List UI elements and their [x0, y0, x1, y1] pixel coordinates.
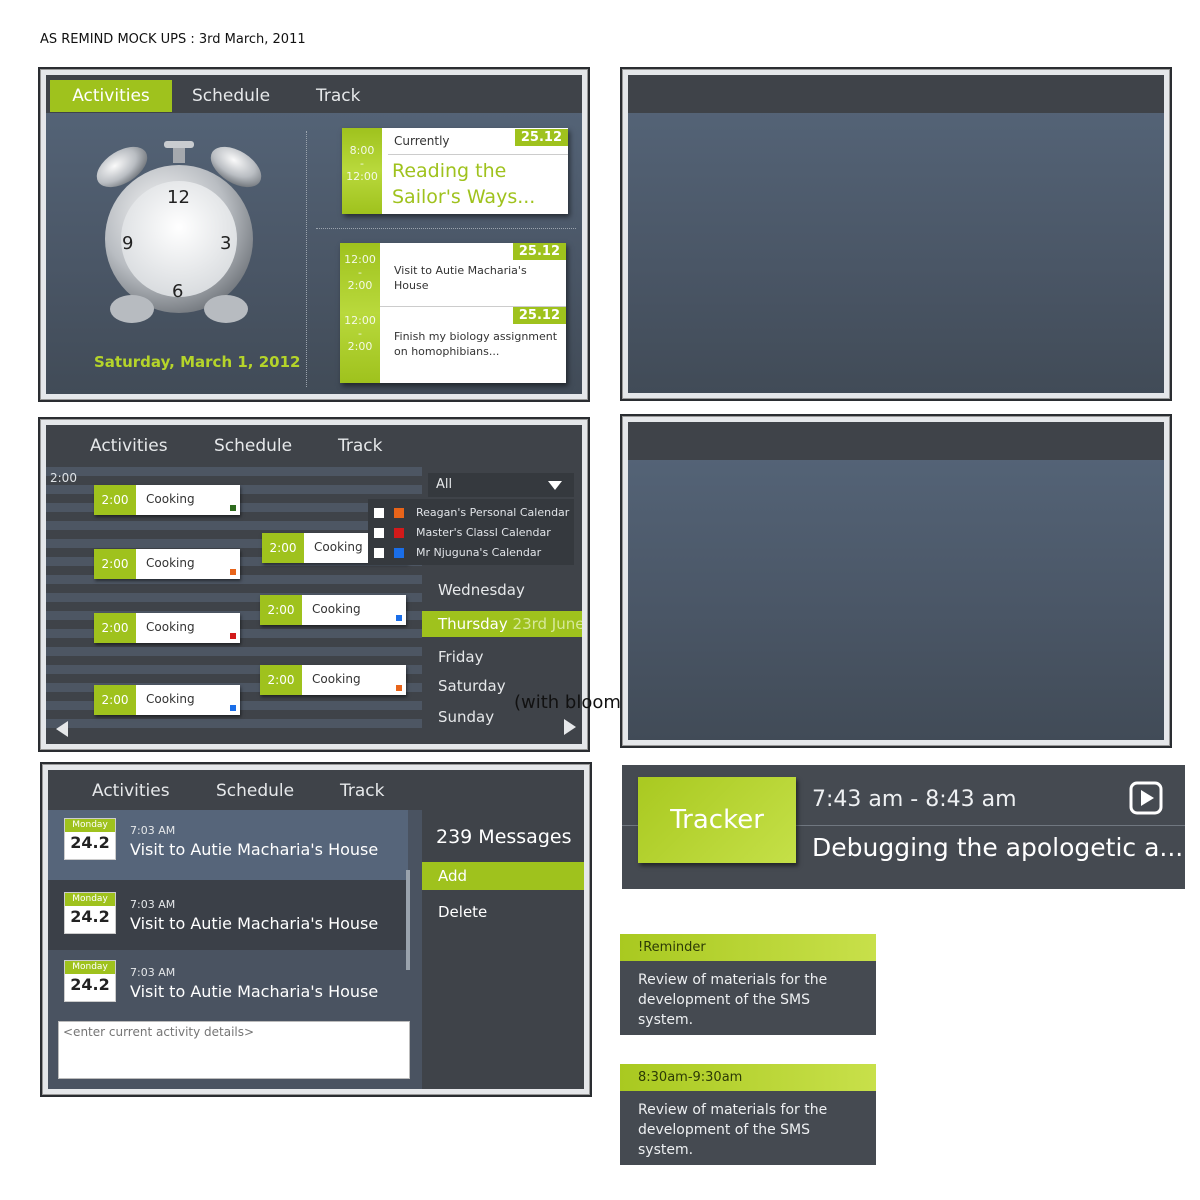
checkbox[interactable] — [374, 548, 384, 558]
calendar-icon: Monday 24.2 — [64, 892, 116, 934]
arrow-left-icon[interactable] — [56, 721, 68, 737]
reminder-header: !Reminder — [620, 934, 876, 961]
tab-schedule[interactable]: Schedule — [198, 775, 312, 807]
tab-activities[interactable]: Activities — [50, 80, 172, 112]
filter-option[interactable]: Mr Njuguna's Calendar — [368, 543, 574, 563]
message-item[interactable]: Monday 24.2 7:03 AM Visit to Autie Macha… — [48, 810, 408, 880]
tab-schedule[interactable]: Schedule — [174, 80, 288, 112]
tab-schedule[interactable]: Schedule — [196, 430, 310, 462]
calendar-filter-list: Reagan's Personal Calendar Master's Clas… — [368, 499, 574, 565]
current-activity-title: Reading the Sailor's Ways... — [392, 160, 536, 208]
filter-value: All — [436, 477, 453, 492]
schedule-screen: Activities Schedule Track 2:00 2:00 Cook… — [46, 425, 582, 744]
filter-option[interactable]: Master's Classl Calendar — [368, 523, 574, 543]
nav-bar: Activities Schedule Track — [46, 425, 582, 463]
nav-bar: Activities Schedule Track — [48, 770, 584, 808]
upcoming-activity-text[interactable]: Finish my biology assignment on homophib… — [394, 329, 558, 359]
blank-screen — [628, 422, 1164, 740]
messages-mockup: Activities Schedule Track Monday 24.2 7:… — [40, 762, 592, 1097]
tab-track[interactable]: Track — [320, 430, 400, 462]
play-icon[interactable] — [1129, 781, 1163, 815]
message-list[interactable]: Monday 24.2 7:03 AM Visit to Autie Macha… — [48, 810, 422, 1089]
activity-details-input[interactable] — [58, 1021, 410, 1079]
scrollbar[interactable] — [406, 870, 410, 970]
message-item[interactable]: Monday 24.2 7:03 AM Visit to Autie Macha… — [48, 950, 408, 1020]
add-button[interactable]: Add — [422, 862, 584, 890]
event-card[interactable]: 2:00 Cooking — [94, 549, 240, 579]
reminder-header: 8:30am-9:30am — [620, 1064, 876, 1091]
tracker-time: 7:43 am - 8:43 am — [812, 787, 1017, 812]
event-card[interactable]: 2:00 Cooking — [94, 685, 240, 715]
clock-numeral-3: 3 — [220, 233, 232, 254]
tracker-widget: Tracker 7:43 am - 8:43 am Debugging the … — [622, 765, 1185, 889]
nav-bar — [628, 422, 1164, 460]
tracker-label[interactable]: Tracker — [638, 777, 796, 863]
message-count: 239 Messages — [436, 826, 572, 848]
event-card[interactable]: 2:00 Cooking — [260, 665, 406, 695]
reminder-card[interactable]: 8:30am-9:30am Review of materials for th… — [620, 1064, 876, 1165]
messages-screen: Activities Schedule Track Monday 24.2 7:… — [48, 770, 584, 1089]
blank-mockup — [620, 414, 1172, 748]
day-item-wednesday[interactable]: Wednesday — [422, 577, 582, 603]
reminder-body: Review of materials for the development … — [638, 1102, 828, 1158]
calendar-icon: Monday 24.2 — [64, 818, 116, 860]
arrow-right-icon[interactable] — [564, 719, 576, 735]
tab-track[interactable]: Track — [298, 80, 378, 112]
upcoming-activity-text[interactable]: Visit to Autie Macharia's House — [394, 263, 544, 293]
clock-numeral-6: 6 — [172, 281, 184, 302]
blank-mockup — [620, 67, 1172, 401]
blank-screen — [628, 75, 1164, 393]
event-card[interactable]: 2:00 Cooking — [260, 595, 406, 625]
tracker-title: Debugging the apologetic a... — [812, 833, 1184, 862]
clock-numeral-9: 9 — [122, 233, 134, 254]
tab-activities[interactable]: Activities — [74, 775, 188, 807]
filter-option[interactable]: Reagan's Personal Calendar — [368, 503, 574, 523]
time-label: 2:00 — [50, 471, 77, 485]
day-item-friday[interactable]: Friday — [422, 644, 582, 670]
chevron-down-icon — [548, 481, 562, 490]
date-badge: 25.12 — [512, 243, 566, 260]
upcoming-activities-card: 12:00 - 2:00 12:00 - 2:00 25.12 Visit to… — [340, 243, 566, 383]
reminder-card[interactable]: !Reminder Review of materials for the de… — [620, 934, 876, 1035]
nav-bar: Activities Schedule Track — [46, 75, 582, 113]
divider — [306, 131, 307, 387]
current-activity-card[interactable]: 8:00 - 12:00 Currently 25.12 Reading the… — [342, 128, 568, 214]
date-badge: 25.12 — [514, 129, 568, 146]
nav-bar — [628, 75, 1164, 113]
time-strip: 8:00 - 12:00 — [342, 128, 382, 214]
currently-label: Currently — [394, 134, 450, 148]
current-date: Saturday, March 1, 2012 — [94, 353, 301, 371]
time-strip: 12:00 - 2:00 12:00 - 2:00 — [340, 243, 380, 383]
event-card[interactable]: 2:00 Cooking — [94, 613, 240, 643]
tab-activities[interactable]: Activities — [72, 430, 186, 462]
page-title: AS REMIND MOCK UPS : 3rd March, 2011 — [40, 32, 306, 47]
schedule-mockup: Activities Schedule Track 2:00 2:00 Cook… — [38, 417, 590, 752]
tab-track[interactable]: Track — [322, 775, 402, 807]
activities-mockup: Activities Schedule Track 12 3 6 9 Satur… — [38, 67, 590, 402]
checkbox[interactable] — [374, 508, 384, 518]
message-item[interactable]: Monday 24.2 7:03 AM Visit to Autie Macha… — [48, 880, 408, 950]
message-actions-panel: 239 Messages Add Delete — [422, 810, 584, 1089]
divider — [316, 228, 576, 229]
day-item-thursday[interactable]: Thursday 23rd June — [422, 611, 582, 637]
event-card[interactable]: 2:00 Cooking — [94, 485, 240, 515]
date-badge: 25.12 — [512, 307, 566, 324]
calendar-icon: Monday 24.2 — [64, 960, 116, 1002]
reminder-body: Review of materials for the development … — [638, 972, 828, 1028]
activities-screen: Activities Schedule Track 12 3 6 9 Satur… — [46, 75, 582, 394]
clock-numeral-12: 12 — [167, 187, 190, 208]
calendar-filter-select[interactable]: All — [428, 473, 574, 497]
divider — [388, 154, 568, 155]
checkbox[interactable] — [374, 528, 384, 538]
delete-button[interactable]: Delete — [422, 898, 584, 926]
